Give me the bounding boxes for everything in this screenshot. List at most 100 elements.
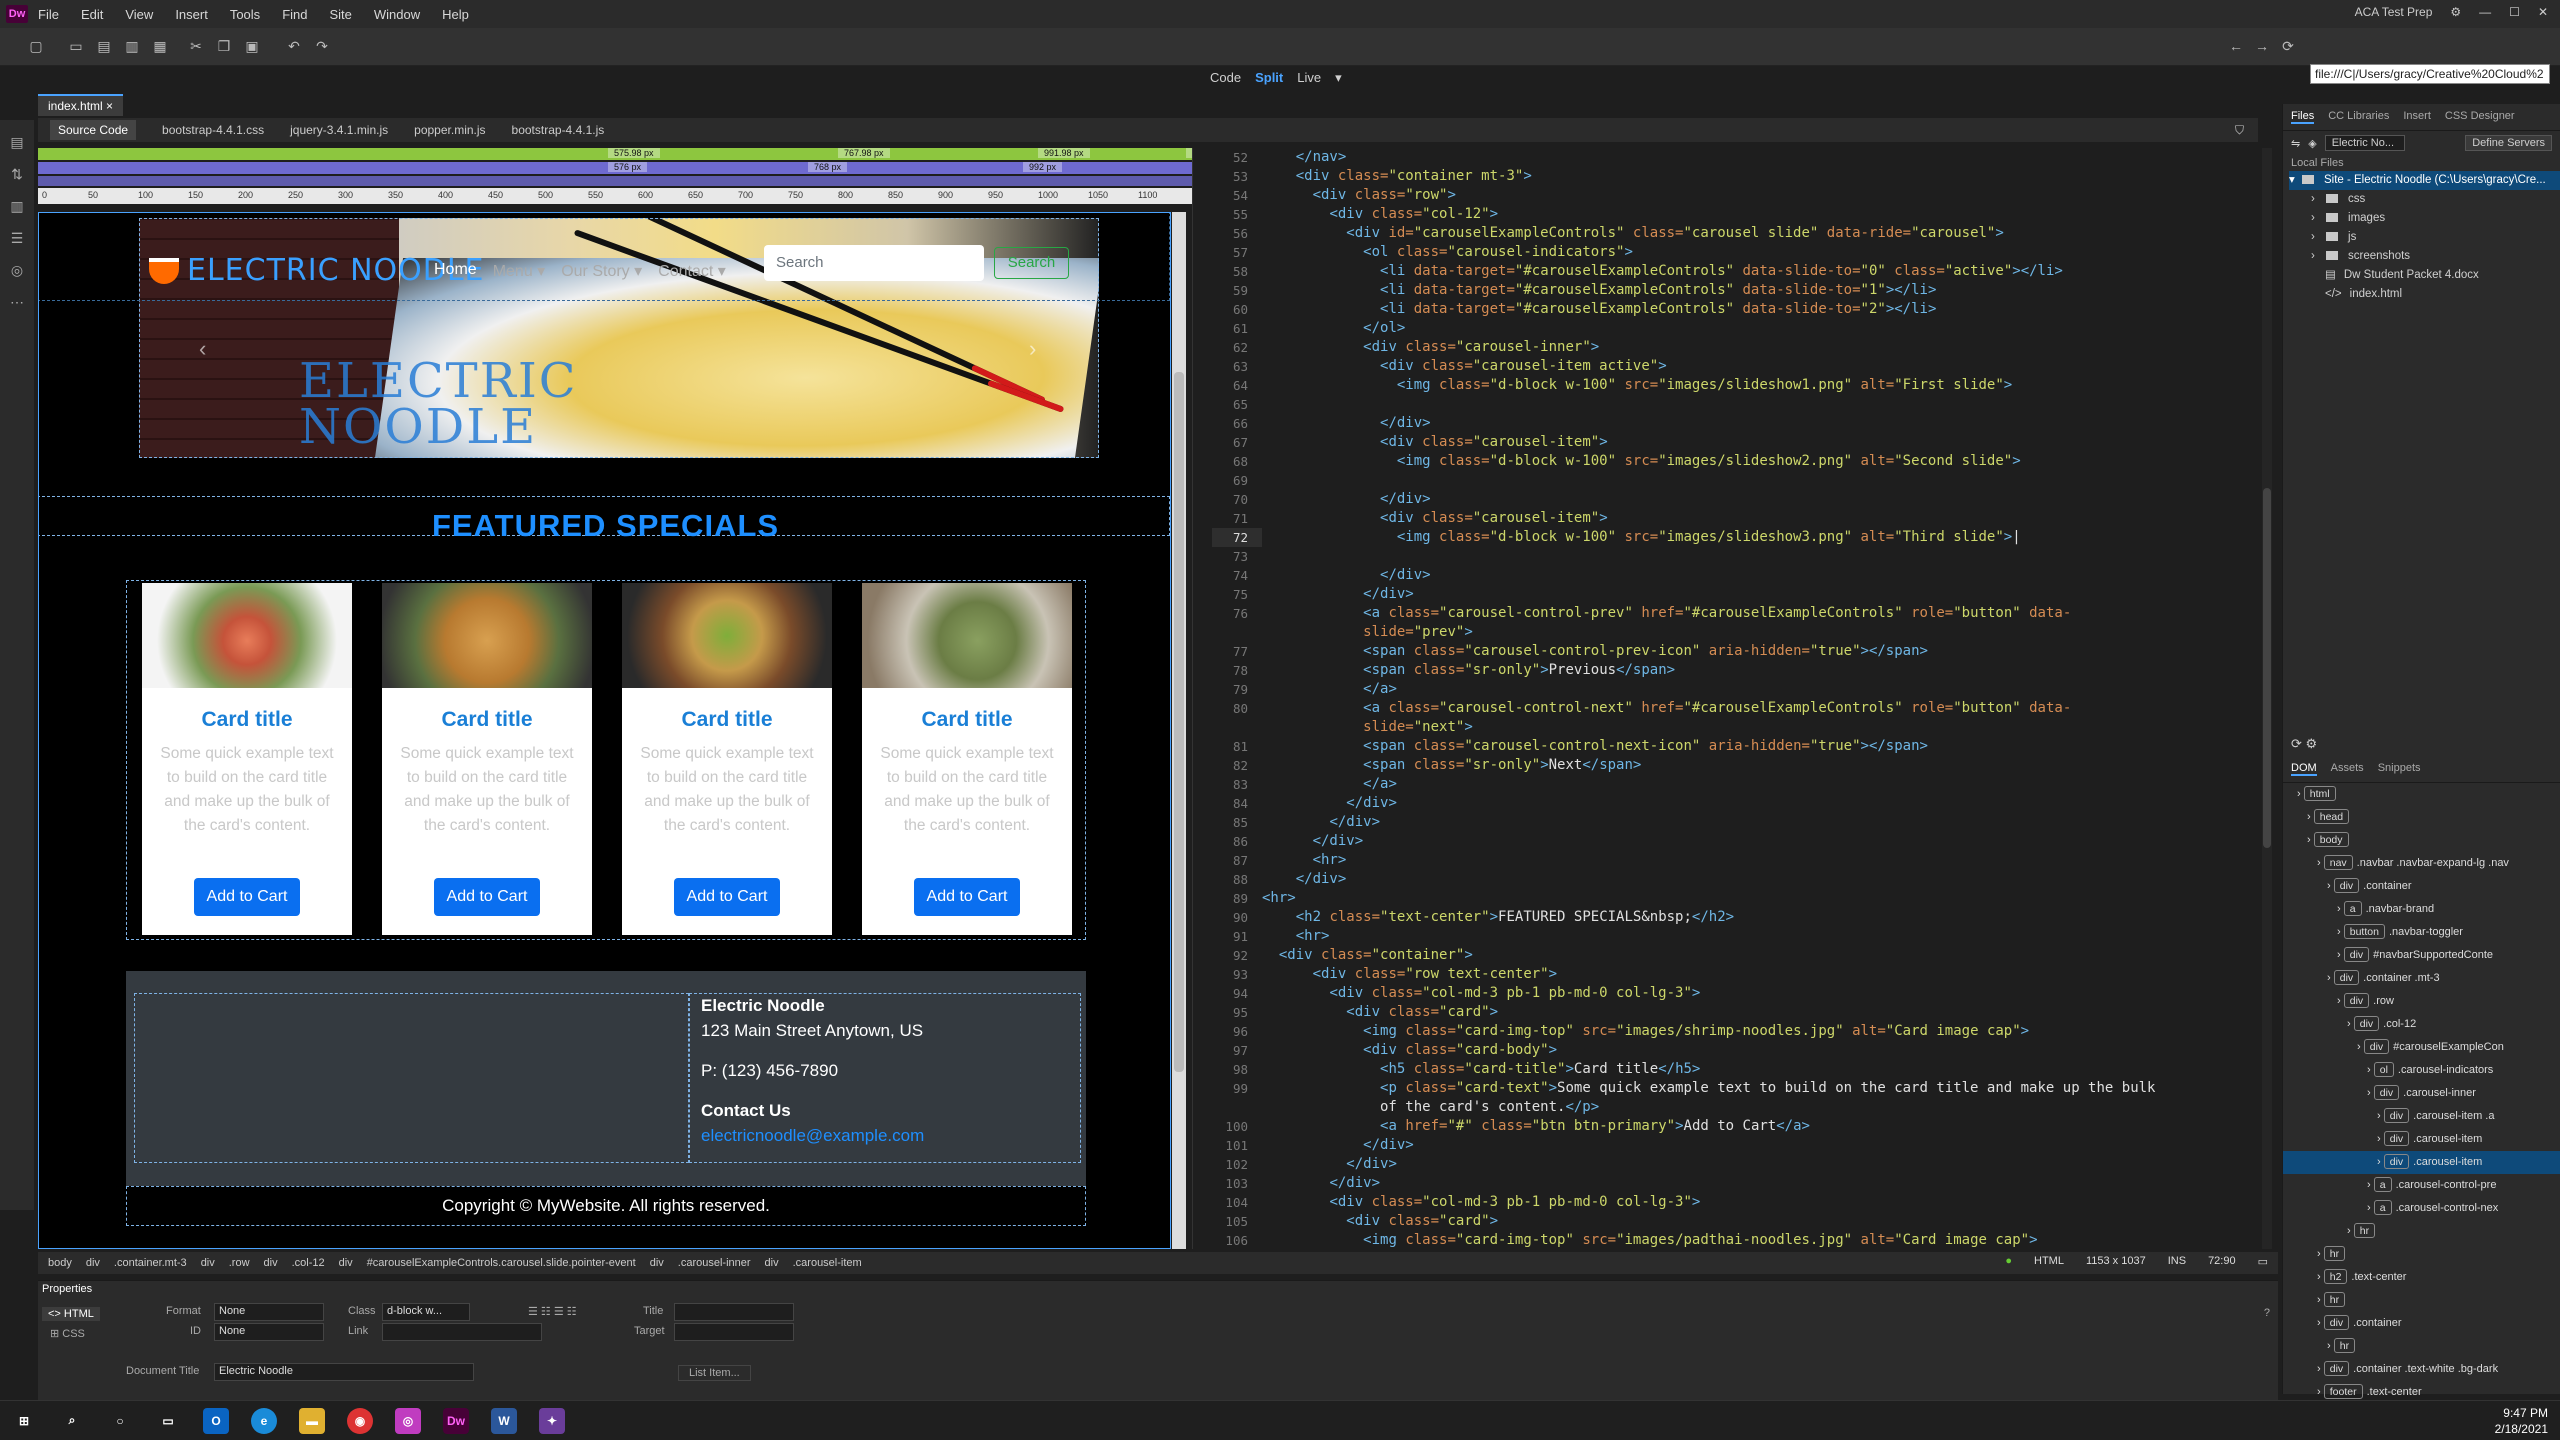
related-file-bootstrap-css[interactable]: bootstrap-4.4.1.css <box>162 123 264 137</box>
code-line[interactable]: <hr> <box>1262 889 2262 908</box>
mq-label[interactable]: 575.98 px <box>608 148 660 158</box>
code-line[interactable]: <hr> <box>1262 927 2262 946</box>
minimize-button[interactable]: — <box>2479 5 2491 19</box>
back-icon[interactable]: ← <box>2228 38 2244 54</box>
tab-assets[interactable]: Assets <box>2331 762 2364 776</box>
dom-node[interactable]: › div .container <box>2283 1312 2560 1335</box>
tag-crumb[interactable]: div <box>86 1257 100 1269</box>
media-query-bar-min[interactable]: 576 px 768 px 992 px <box>38 162 1208 174</box>
expand-icon[interactable]: › <box>2337 903 2344 915</box>
tag-crumb[interactable]: div <box>765 1257 779 1269</box>
expand-icon[interactable]: › <box>2357 1041 2364 1053</box>
expand-icon[interactable]: › <box>2327 880 2334 892</box>
mq-label[interactable]: 767.98 px <box>838 148 890 158</box>
close-window-button[interactable]: ✕ <box>2538 5 2548 19</box>
code-line[interactable]: </a> <box>1262 680 2262 699</box>
system-clock[interactable]: 9:47 PM 2/18/2021 <box>2495 1405 2548 1437</box>
code-line[interactable] <box>1262 547 2262 566</box>
expand-icon[interactable]: › <box>2307 834 2314 846</box>
dom-node[interactable]: › div .container .mt-3 <box>2283 967 2560 990</box>
dom-node[interactable]: › body <box>2283 829 2560 852</box>
dom-node[interactable]: › div #carouselExampleCon <box>2283 1036 2560 1059</box>
tag-crumb[interactable]: .container.mt-3 <box>114 1257 187 1269</box>
expand-icon[interactable]: › <box>2317 1363 2324 1375</box>
code-line[interactable]: </div> <box>1262 1174 2262 1193</box>
code-line[interactable]: <li data-target="#carouselExampleControl… <box>1262 262 2262 281</box>
tag-crumb[interactable]: body <box>48 1257 72 1269</box>
code-line[interactable]: <div class="container"> <box>1262 946 2262 965</box>
live-view-scrollbar[interactable] <box>1172 212 1186 1249</box>
code-line[interactable]: </div> <box>1262 585 2262 604</box>
add-to-cart-button[interactable]: Add to Cart <box>194 878 300 916</box>
dom-settings-icon[interactable]: ⚙ <box>2306 736 2318 751</box>
menu-view[interactable]: View <box>125 7 153 22</box>
code-line[interactable]: <span class="sr-only">Next</span> <box>1262 756 2262 775</box>
dom-node[interactable]: › h2 .text-center <box>2283 1266 2560 1289</box>
code-line[interactable]: <img class="d-block w-100" src="images/s… <box>1262 376 2262 395</box>
tag-crumb[interactable]: #carouselExampleControls.carousel.slide.… <box>367 1257 636 1269</box>
code-line[interactable]: <div class="row"> <box>1262 186 2262 205</box>
expand-icon[interactable]: › <box>2317 1386 2324 1398</box>
redo-icon[interactable]: ↷ <box>314 38 330 54</box>
code-line[interactable]: </div> <box>1262 832 2262 851</box>
list-icons[interactable]: ☰ ☷ ☰ ☷ <box>528 1305 577 1318</box>
expand-icon[interactable]: › <box>2377 1110 2384 1122</box>
code-line[interactable]: <img class="d-block w-100" src="images/s… <box>1262 528 2262 547</box>
code-line[interactable]: <div class="row text-center"> <box>1262 965 2262 984</box>
live-view-button[interactable]: Live <box>1297 70 1321 86</box>
code-line[interactable]: <div class="col-md-3 pb-1 pb-md-0 col-lg… <box>1262 1193 2262 1212</box>
scroll-thumb[interactable] <box>2263 488 2271 848</box>
code-line[interactable]: <div class="card-body"> <box>1262 1041 2262 1060</box>
code-line[interactable]: <div class="container mt-3"> <box>1262 167 2262 186</box>
file-management-icon[interactable]: ⇅ <box>8 166 26 184</box>
open-file-icon[interactable]: ▭ <box>68 38 84 54</box>
tag-crumb[interactable]: div <box>201 1257 215 1269</box>
expand-icon[interactable]: › <box>2337 995 2344 1007</box>
expand-icon[interactable]: › <box>2367 1087 2374 1099</box>
open-documents-icon[interactable]: ▤ <box>8 134 26 152</box>
code-line[interactable]: </div> <box>1262 1155 2262 1174</box>
menu-site[interactable]: Site <box>329 7 351 22</box>
forward-icon[interactable]: → <box>2254 38 2270 54</box>
app-icon[interactable]: ✦ <box>539 1407 565 1434</box>
code-line[interactable]: <ol class="carousel-indicators"> <box>1262 243 2262 262</box>
expand-icon[interactable]: › <box>2297 788 2304 800</box>
file-docx[interactable]: ▤ Dw Student Packet 4.docx <box>2289 266 2560 285</box>
expand-icon[interactable]: › <box>2347 1225 2354 1237</box>
paste-icon[interactable]: ▣ <box>244 38 260 54</box>
dom-node[interactable]: › div .row <box>2283 990 2560 1013</box>
expand-icon[interactable]: › <box>2317 1317 2324 1329</box>
add-to-cart-button[interactable]: Add to Cart <box>674 878 780 916</box>
task-view-icon[interactable]: ▭ <box>155 1408 181 1434</box>
code-line[interactable]: <div class="carousel-item"> <box>1262 433 2262 452</box>
expand-icon[interactable]: › <box>2317 1248 2324 1260</box>
expand-icon[interactable]: › <box>2317 1271 2324 1283</box>
start-icon[interactable]: ⊞ <box>11 1408 37 1434</box>
media-query-bar-range[interactable] <box>38 176 1208 186</box>
code-line[interactable]: <img class="card-img-top" src="images/sh… <box>1262 1022 2262 1041</box>
file-explorer-icon[interactable]: ▬ <box>299 1407 325 1434</box>
search-button[interactable]: Search <box>994 247 1069 279</box>
add-to-cart-button[interactable]: Add to Cart <box>434 878 540 916</box>
dom-node[interactable]: › div .carousel-inner <box>2283 1082 2560 1105</box>
dom-node[interactable]: › div .carousel-item <box>2283 1128 2560 1151</box>
code-line[interactable]: slide="next"> <box>1262 718 2262 737</box>
id-select[interactable]: None <box>214 1323 324 1341</box>
link-field[interactable] <box>382 1323 542 1341</box>
code-line[interactable]: <div id="carouselExampleControls" class=… <box>1262 224 2262 243</box>
dom-node[interactable]: › div .col-12 <box>2283 1013 2560 1036</box>
code-line[interactable]: <h2 class="text-center">FEATURED SPECIAL… <box>1262 908 2262 927</box>
code-line[interactable]: <a href="#" class="btn btn-primary">Add … <box>1262 1117 2262 1136</box>
scroll-thumb[interactable] <box>1174 372 1184 1072</box>
dom-node[interactable]: › head <box>2283 806 2560 829</box>
dom-node[interactable]: › hr <box>2283 1243 2560 1266</box>
code-line[interactable]: <div class="carousel-inner"> <box>1262 338 2262 357</box>
tag-crumb[interactable]: div <box>650 1257 664 1269</box>
code-view-button[interactable]: Code <box>1210 70 1241 86</box>
live-view-canvas[interactable]: ELECTRIC NOODLE ‹ › ELECTRIC NOODLE Home… <box>38 212 1171 1249</box>
dom-node[interactable]: › div .carousel-item .a <box>2283 1105 2560 1128</box>
menu-window[interactable]: Window <box>374 7 420 22</box>
code-line[interactable]: </div> <box>1262 566 2262 585</box>
document-title-field[interactable]: Electric Noodle <box>214 1363 474 1381</box>
target-select[interactable] <box>674 1323 794 1341</box>
